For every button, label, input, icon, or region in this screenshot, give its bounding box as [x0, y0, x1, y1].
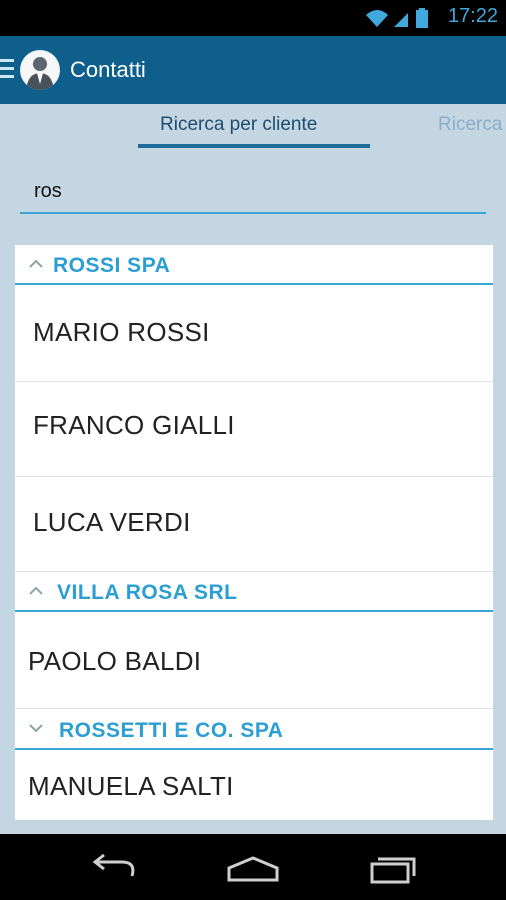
contact-name: PAOLO BALDI [28, 646, 202, 676]
action-bar: Contatti [0, 36, 506, 104]
contact-row[interactable]: MANUELA SALTI [15, 751, 493, 820]
contact-name: LUCA VERDI [33, 507, 191, 537]
back-icon[interactable] [86, 852, 142, 884]
status-time: 17:22 [447, 5, 498, 27]
group-header-villa-rosa-srl[interactable]: VILLA ROSA SRL [15, 572, 493, 612]
chevron-down-icon [29, 724, 43, 733]
tab-search-by-client[interactable]: Ricerca per cliente [160, 114, 317, 136]
group-name: VILLA ROSA SRL [57, 581, 238, 604]
wifi-signal-battery-icon [366, 8, 428, 28]
contacts-list[interactable]: ROSSI SPA MARIO ROSSI FRANCO GIALLI LUCA… [15, 245, 493, 820]
contact-name: FRANCO GIALLI [33, 410, 235, 440]
recent-apps-icon[interactable] [366, 852, 422, 884]
contact-row[interactable]: MARIO ROSSI [15, 285, 493, 382]
contact-avatar-icon[interactable] [20, 50, 60, 90]
chevron-up-icon [29, 586, 43, 595]
contact-row[interactable]: LUCA VERDI [15, 477, 493, 572]
contact-row[interactable]: FRANCO GIALLI [15, 382, 493, 477]
search-input[interactable] [20, 172, 496, 210]
tab-search-other[interactable]: Ricerca [438, 114, 502, 136]
group-header-rossetti-e-co-spa[interactable]: ROSSETTI E CO. SPA [15, 710, 493, 750]
home-icon[interactable] [225, 852, 281, 884]
contact-name: MANUELA SALTI [28, 771, 234, 801]
group-name: ROSSI SPA [53, 254, 171, 277]
chevron-up-icon [29, 259, 43, 268]
navigation-bar [0, 834, 506, 900]
status-icons [364, 7, 434, 33]
active-tab-indicator [138, 144, 370, 148]
group-header-rossi-spa[interactable]: ROSSI SPA [15, 245, 493, 285]
contact-name: MARIO ROSSI [33, 317, 210, 347]
group-name: ROSSETTI E CO. SPA [59, 719, 284, 742]
contact-row[interactable]: PAOLO BALDI [15, 613, 493, 709]
drawer-menu-icon[interactable] [0, 59, 14, 79]
page-title: Contatti [70, 57, 146, 82]
search-field[interactable] [20, 172, 496, 214]
status-bar: 17:22 [0, 0, 506, 36]
